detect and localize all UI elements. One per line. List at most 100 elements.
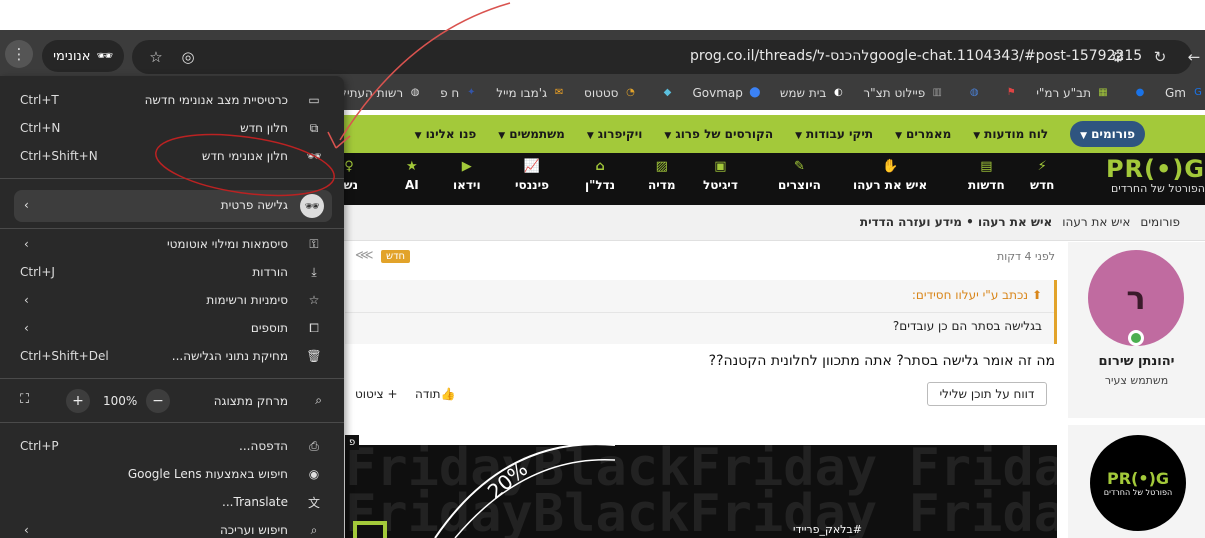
- chevron-down-icon: ▼: [1080, 131, 1088, 141]
- category-icon: ⌂: [595, 159, 605, 174]
- menu-label: הדפסה...: [239, 439, 288, 453]
- bookmark-item[interactable]: ✦ ח פ: [440, 86, 478, 100]
- menu-button[interactable]: ⋮: [5, 40, 33, 68]
- menu-google-lens[interactable]: ◉ חיפוש באמצעות Google Lens: [0, 460, 344, 488]
- nav-item[interactable]: תיקי עבודות▼: [795, 127, 873, 141]
- menu-private-browsing[interactable]: 🕶 גלישה פרטית ‹: [14, 190, 332, 222]
- category-item[interactable]: ✋ איש את רעהו: [853, 159, 927, 192]
- category-item[interactable]: ▶ וידאו: [453, 159, 481, 192]
- bookmark-item[interactable]: ▦ תב"ע רמ"י: [1036, 86, 1110, 100]
- breadcrumb-item[interactable]: פורומים: [1140, 215, 1180, 229]
- category-item[interactable]: ★ AI: [405, 159, 419, 192]
- bookmark-item[interactable]: ◍: [962, 86, 981, 100]
- menu-find-edit[interactable]: ⌕ חיפוש ועריכה ‹: [0, 516, 344, 538]
- category-label: דיגיטל: [703, 178, 738, 192]
- chevron-down-icon: ▼: [414, 131, 422, 141]
- menu-extensions[interactable]: ⧠ תוספים ‹: [0, 314, 344, 342]
- bookmark-item[interactable]: ◐ בית שמש: [780, 86, 845, 100]
- category-label: וידאו: [453, 178, 481, 192]
- menu-label: חלון חדש: [240, 121, 288, 135]
- menu-clear-data[interactable]: 🗑 מחיקת נתוני הגלישה... Ctrl+Shift+Del: [0, 342, 344, 370]
- category-icon: ▶: [461, 159, 472, 174]
- category-label: AI: [405, 178, 419, 192]
- url-text[interactable]: prog.co.il/threads/להכנס-לgoogle-chat.11…: [690, 48, 1142, 64]
- logo-text: PR(•)G: [1105, 155, 1205, 183]
- category-icon: ♀: [344, 159, 354, 174]
- bookmark-item[interactable]: ◔ סטטוס: [584, 86, 637, 100]
- thanks-button[interactable]: 👍תודה: [415, 387, 456, 401]
- zoom-out-button[interactable]: −: [146, 389, 170, 413]
- avatar-logo[interactable]: PR(•)G הפורטל של החרדים: [1090, 435, 1186, 531]
- site-settings-icon[interactable]: ⚙: [1104, 43, 1132, 71]
- bookmark-item[interactable]: ◆: [655, 86, 674, 100]
- bookmark-item[interactable]: ▥ פיילוט תצ"ר: [863, 86, 944, 100]
- pin2-icon: ◆: [663, 87, 672, 98]
- chevron-left-icon: ‹: [24, 523, 29, 537]
- nav-item[interactable]: מאמרים▼: [895, 127, 951, 141]
- avatar-logo-text: PR(•)G: [1106, 469, 1170, 488]
- menu-passwords[interactable]: ⚿ סיסמאות ומילוי אוטומטי ‹: [0, 230, 344, 258]
- menu-downloads[interactable]: ⤓ הורדות Ctrl+J: [0, 258, 344, 286]
- menu-translate[interactable]: 文 Translate...: [0, 488, 344, 516]
- category-item[interactable]: ⚡ חדש: [1030, 159, 1054, 192]
- author-role: משתמש צעיר: [1104, 374, 1169, 387]
- menu-label: כרטיסיית מצב אנונימי חדשה: [144, 93, 288, 107]
- bookmark-label: ג'מבו מייל: [496, 86, 548, 100]
- post-time[interactable]: לפני 4 דקות: [997, 250, 1055, 263]
- bookmark-item[interactable]: ●: [1128, 86, 1147, 100]
- bookmark-label: סטטוס: [584, 86, 619, 100]
- quote-button[interactable]: + ציטוט: [355, 387, 398, 401]
- menu-new-incognito-window[interactable]: 🕶 חלון אנונימי חדש Ctrl+Shift+N: [0, 142, 344, 170]
- zoom-in-button[interactable]: +: [66, 389, 90, 413]
- breadcrumb-item[interactable]: איש את רעהו • מידע ועזרה הדדית: [860, 215, 1052, 229]
- eye-off-icon[interactable]: ◎: [174, 43, 202, 71]
- incognito-indicator[interactable]: אנונימי 🕶: [42, 40, 124, 72]
- incognito-avatar-icon: 🕶: [300, 194, 324, 218]
- nav-item[interactable]: ויקיפרוג▼: [587, 127, 643, 141]
- menu-shortcut: Ctrl+N: [20, 121, 61, 135]
- category-item[interactable]: 📈 פיננסי: [515, 159, 549, 192]
- share-icon[interactable]: ⋘: [355, 248, 374, 263]
- bookmark-label: Govmap: [692, 86, 743, 100]
- category-item[interactable]: ▤ חדשות: [968, 159, 1005, 192]
- bookmark-item[interactable]: ⚑: [999, 86, 1018, 100]
- menu-print[interactable]: ⎙ הדפסה... Ctrl+P: [0, 432, 344, 460]
- thanks-label: תודה: [415, 387, 441, 401]
- nav-item-label: פנו אלינו: [425, 127, 477, 141]
- chevron-down-icon: ▼: [795, 131, 803, 141]
- site-logo[interactable]: PR(•)G הפורטל של החרדים: [1083, 157, 1205, 201]
- bookmark-item[interactable]: ✉ ג'מבו מייל: [496, 86, 566, 100]
- menu-bookmarks[interactable]: ☆ סימניות ורשימות ‹: [0, 286, 344, 314]
- puzzle-icon: ⧠: [309, 320, 319, 335]
- menu-new-incognito-tab[interactable]: ▭ כרטיסיית מצב אנונימי חדשה Ctrl+T: [0, 86, 344, 114]
- category-item[interactable]: ▣ דיגיטל: [703, 159, 738, 192]
- star-icon[interactable]: ☆: [142, 43, 170, 71]
- nav-item[interactable]: לוח מודעות▼: [973, 127, 1048, 141]
- nav-item[interactable]: פנו אלינו▼: [415, 127, 477, 141]
- promo-banner[interactable]: FridayBlackFriday FridayBlackFriday Frid…: [345, 445, 1057, 538]
- nav-item[interactable]: פורומים▼: [1070, 121, 1145, 147]
- category-item[interactable]: ✎ היוצרים: [778, 159, 821, 192]
- author-panel-2: PR(•)G הפורטל של החרדים: [1068, 425, 1205, 538]
- breadcrumb-item[interactable]: איש את רעהו: [1062, 215, 1130, 229]
- back-icon[interactable]: ←: [1180, 43, 1205, 71]
- quote-author[interactable]: ⬆ נכתב ע"י יעלוו חסידים:: [912, 288, 1042, 302]
- author-name[interactable]: יהונתן שירום: [1068, 354, 1205, 369]
- nav-item[interactable]: הקורסים של פרוג▼: [664, 127, 773, 141]
- gmail-icon: G: [1194, 87, 1202, 98]
- category-item[interactable]: ⌂ נדל"ן: [585, 159, 615, 192]
- chevron-left-icon: ‹: [24, 237, 29, 251]
- category-item[interactable]: ▨ מדיה: [648, 159, 676, 192]
- bookmark-label: Gm: [1165, 86, 1186, 100]
- bookmark-item[interactable]: ⬤ Govmap: [692, 86, 761, 100]
- flag-icon: ⚑: [1006, 87, 1016, 98]
- menu-shortcut: Ctrl+T: [20, 93, 59, 107]
- nav-item[interactable]: משתמשים▼: [498, 127, 565, 141]
- bookmark-item[interactable]: G Gm: [1165, 86, 1205, 100]
- fullscreen-icon[interactable]: ⛶: [20, 392, 29, 407]
- reload-icon[interactable]: ↻: [1146, 43, 1174, 71]
- menu-new-window[interactable]: ⧉ חלון חדש Ctrl+N: [0, 114, 344, 142]
- report-button[interactable]: דווח על תוכן שלילי: [927, 382, 1047, 406]
- logo-subtitle: הפורטל של החרדים: [1110, 182, 1205, 195]
- quote-author-label: נכתב ע"י יעלוו חסידים:: [911, 288, 1029, 302]
